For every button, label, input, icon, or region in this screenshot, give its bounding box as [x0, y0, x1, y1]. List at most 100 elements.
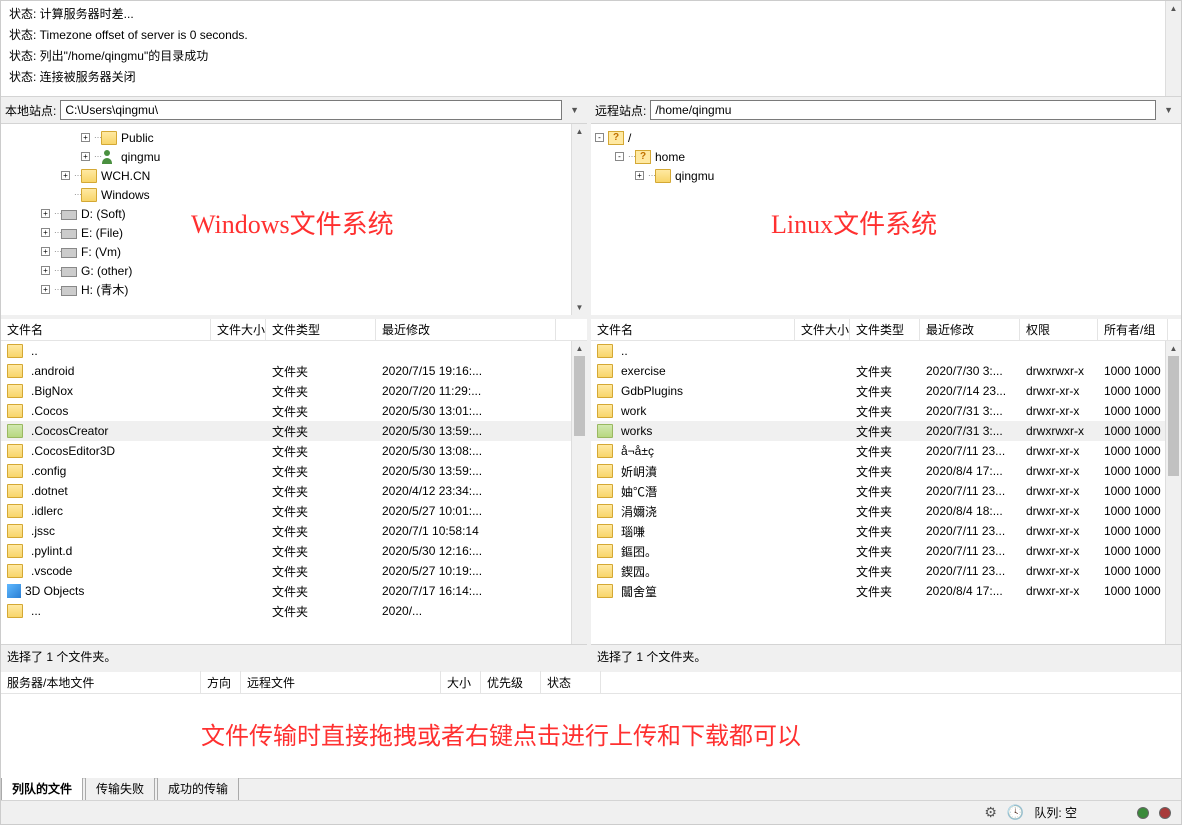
list-row[interactable]: work文件夹2020/7/31 3:...drwxr-xr-x1000 100… [591, 401, 1181, 421]
expand-icon[interactable]: + [81, 152, 90, 161]
tab[interactable]: 列队的文件 [1, 776, 83, 800]
folder-icon [597, 564, 613, 578]
list-row[interactable]: .vscode文件夹2020/5/27 10:19:... [1, 561, 587, 581]
remote-list-header[interactable]: 文件名文件大小文件类型最近修改权限所有者/组 [591, 319, 1181, 341]
transfer-body[interactable]: 文件传输时直接拖拽或者右键点击进行上传和下载都可以 [1, 694, 1181, 778]
scroll-down-icon[interactable]: ▼ [572, 300, 587, 315]
tree-node[interactable]: +⋯WCH.CN [1, 166, 587, 185]
list-row[interactable]: 妡岄濆文件夹2020/8/4 17:...drwxr-xr-x1000 1000 [591, 461, 1181, 481]
tree-node[interactable]: +⋯qingmu [1, 147, 587, 166]
list-row[interactable]: 鍥囥。文件夹2020/7/11 23...drwxr-xr-x1000 1000 [591, 561, 1181, 581]
tree-node[interactable]: +⋯qingmu [591, 166, 1181, 185]
column-header[interactable]: 文件类型 [266, 319, 376, 341]
column-header[interactable]: 最近修改 [376, 319, 556, 341]
expand-icon[interactable]: + [61, 171, 70, 180]
gear-icon[interactable]: ⚙ [984, 804, 997, 821]
dropdown-icon[interactable]: ▼ [1160, 105, 1177, 115]
list-row[interactable]: .CocosEditor3D文件夹2020/5/30 13:08:... [1, 441, 587, 461]
tree-label: qingmu [121, 150, 160, 164]
column-header[interactable]: 服务器/本地文件 [1, 671, 201, 694]
column-header[interactable]: 最近修改 [920, 319, 1020, 341]
list-row[interactable]: exercise文件夹2020/7/30 3:...drwxrwxr-x1000… [591, 361, 1181, 381]
list-row[interactable]: .pylint.d文件夹2020/5/30 12:16:... [1, 541, 587, 561]
list-row[interactable]: .. [591, 341, 1181, 361]
scroll-up-icon[interactable]: ▲ [1166, 1, 1181, 16]
list-row[interactable]: 3D Objects文件夹2020/7/17 16:14:... [1, 581, 587, 601]
list-row[interactable]: 妯℃潛文件夹2020/7/11 23...drwxr-xr-x1000 1000 [591, 481, 1181, 501]
list-row[interactable]: .dotnet文件夹2020/4/12 23:34:... [1, 481, 587, 501]
list-row[interactable]: .Cocos文件夹2020/5/30 13:01:... [1, 401, 587, 421]
expand-icon[interactable]: + [41, 209, 50, 218]
file-name: 鏂囨。 [621, 543, 657, 560]
expand-icon[interactable]: + [41, 266, 50, 275]
column-header[interactable]: 优先级 [481, 671, 541, 694]
tree-node[interactable]: +⋯Public [1, 128, 587, 147]
list-row[interactable]: .config文件夹2020/5/30 13:59:... [1, 461, 587, 481]
list-row[interactable]: 鏂囨。文件夹2020/7/11 23...drwxr-xr-x1000 1000 [591, 541, 1181, 561]
scrollbar-vertical[interactable]: ▲ [1165, 1, 1181, 96]
tab[interactable]: 传输失败 [85, 776, 155, 800]
tree-node[interactable]: -?/ [591, 128, 1181, 147]
list-row[interactable]: 涓嬭浇文件夹2020/8/4 18:...drwxr-xr-x1000 1000 [591, 501, 1181, 521]
column-header[interactable]: 远程文件 [241, 671, 441, 694]
expand-icon[interactable]: + [81, 133, 90, 142]
local-path-input[interactable]: C:\Users\qingmu\ [60, 100, 562, 120]
scroll-up-icon[interactable]: ▲ [572, 124, 587, 139]
column-header[interactable]: 文件大小 [211, 319, 266, 341]
list-row[interactable]: 瑙嗛文件夹2020/7/11 23...drwxr-xr-x1000 1000 [591, 521, 1181, 541]
list-row[interactable]: .CocosCreator文件夹2020/5/30 13:59:... [1, 421, 587, 441]
file-name: 鍥囥。 [621, 563, 657, 580]
list-row[interactable]: .. [1, 341, 587, 361]
expand-icon[interactable]: - [615, 152, 624, 161]
list-row[interactable]: .BigNox文件夹2020/7/20 11:29:... [1, 381, 587, 401]
transfer-header[interactable]: 服务器/本地文件方向远程文件大小优先级状态 [1, 672, 1181, 694]
file-name: .CocosCreator [31, 424, 108, 438]
column-header[interactable]: 文件类型 [850, 319, 920, 341]
list-row[interactable]: .jssc文件夹2020/7/1 10:58:14 [1, 521, 587, 541]
remote-path-input[interactable]: /home/qingmu [650, 100, 1156, 120]
scroll-up-icon[interactable]: ▲ [572, 341, 587, 356]
file-name: .config [31, 464, 66, 478]
local-list-header[interactable]: 文件名文件大小文件类型最近修改 [1, 319, 587, 341]
list-row[interactable]: works文件夹2020/7/31 3:...drwxrwxr-x1000 10… [591, 421, 1181, 441]
file-name: .pylint.d [31, 544, 72, 558]
scrollbar-vertical[interactable]: ▲ [1165, 341, 1181, 644]
local-file-list[interactable]: 文件名文件大小文件类型最近修改 ...android文件夹2020/7/15 1… [1, 319, 587, 644]
remote-tree[interactable]: -?/-⋯?home+⋯qingmu Linux文件系统 [591, 124, 1181, 319]
column-header[interactable]: 文件名 [1, 319, 211, 341]
tree-node[interactable]: +⋯G: (other) [1, 261, 587, 280]
column-header[interactable]: 文件名 [591, 319, 795, 341]
remote-file-list[interactable]: 文件名文件大小文件类型最近修改权限所有者/组 ..exercise文件夹2020… [591, 319, 1181, 644]
scroll-up-icon[interactable]: ▲ [1166, 341, 1181, 356]
tab[interactable]: 成功的传输 [157, 776, 239, 800]
dropdown-icon[interactable]: ▼ [566, 105, 583, 115]
column-header[interactable]: 文件大小 [795, 319, 850, 341]
clock-icon[interactable]: 🕓 [1007, 804, 1024, 821]
tree-node[interactable]: -⋯?home [591, 147, 1181, 166]
list-row[interactable]: .android文件夹2020/7/15 19:16:... [1, 361, 587, 381]
column-header[interactable]: 状态 [541, 671, 601, 694]
expand-icon[interactable]: + [41, 247, 50, 256]
local-tree[interactable]: +⋯Public+⋯qingmu+⋯WCH.CN⋯Windows+⋯D: (So… [1, 124, 587, 319]
expand-icon[interactable]: + [635, 171, 644, 180]
column-header[interactable]: 权限 [1020, 319, 1098, 341]
expand-icon[interactable]: + [41, 228, 50, 237]
column-header[interactable]: 大小 [441, 671, 481, 694]
list-row[interactable]: ...文件夹2020/... [1, 601, 587, 621]
scrollbar-vertical[interactable]: ▲ ▼ [571, 124, 587, 315]
list-row[interactable]: .idlerc文件夹2020/5/27 10:01:... [1, 501, 587, 521]
status-line: 状态: 计算服务器时差... [9, 5, 1173, 22]
tree-node[interactable]: +⋯F: (Vm) [1, 242, 587, 261]
folder-icon [655, 169, 671, 183]
tree-node[interactable]: +⋯H: (青木) [1, 280, 587, 299]
list-row[interactable]: 闒舍篁文件夹2020/8/4 17:...drwxr-xr-x1000 1000 [591, 581, 1181, 601]
list-row[interactable]: å¬å±ç文件夹2020/7/11 23...drwxr-xr-x1000 10… [591, 441, 1181, 461]
scrollbar-vertical[interactable]: ▲ [571, 341, 587, 644]
expand-icon[interactable]: + [41, 285, 50, 294]
list-row[interactable]: GdbPlugins文件夹2020/7/14 23...drwxr-xr-x10… [591, 381, 1181, 401]
tree-node[interactable]: ⋯Windows [1, 185, 587, 204]
column-header[interactable]: 方向 [201, 671, 241, 694]
expand-icon[interactable]: - [595, 133, 604, 142]
folder-icon [81, 188, 97, 202]
column-header[interactable]: 所有者/组 [1098, 319, 1168, 341]
